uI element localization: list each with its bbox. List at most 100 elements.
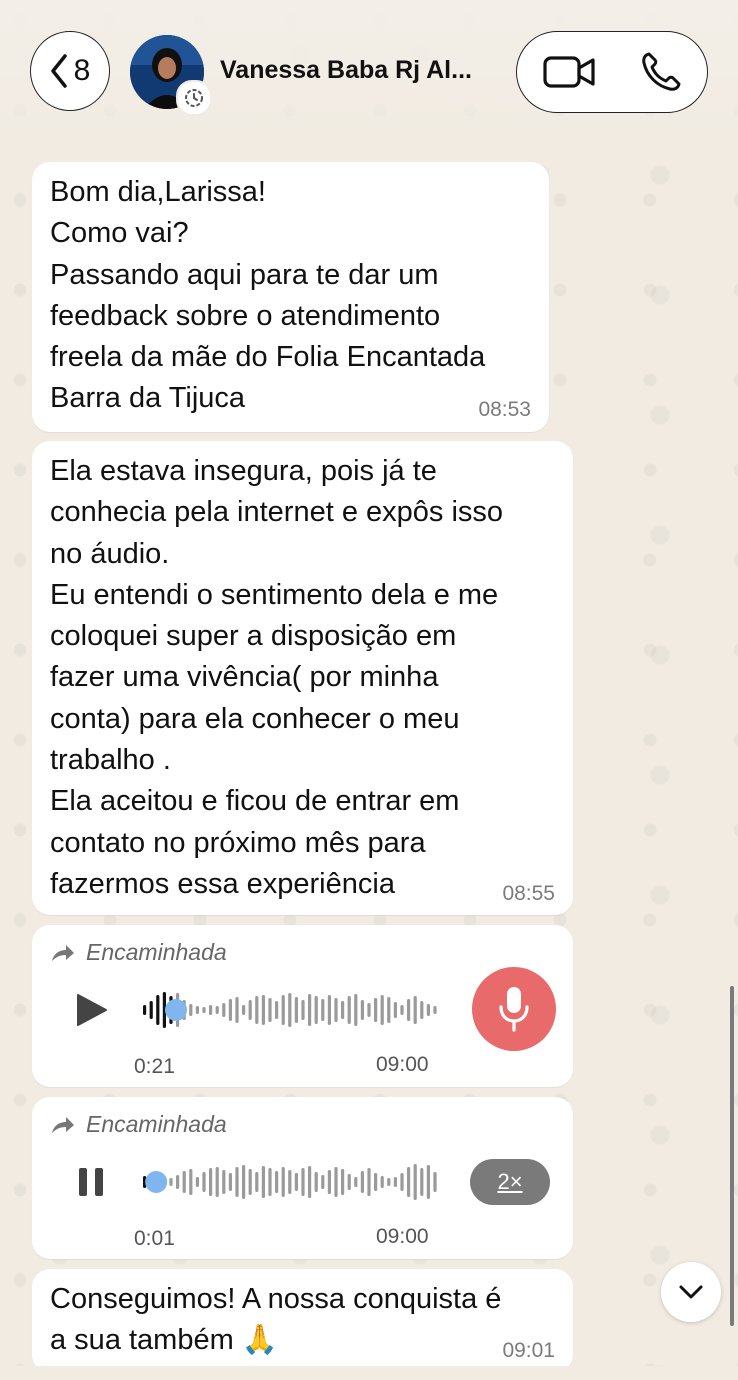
waveform-bar: [407, 1167, 411, 1197]
waveform-bar: [327, 1170, 331, 1194]
call-buttons: [516, 31, 708, 113]
waveform-bar: [420, 1168, 424, 1196]
microphone-icon: [499, 987, 529, 1032]
waveform-bar: [387, 997, 391, 1023]
waveform-bar: [380, 1176, 384, 1188]
waveform-bar: [367, 1168, 371, 1196]
status-badge: [176, 80, 212, 116]
waveform-bar: [374, 1173, 378, 1191]
waveform-bar: [393, 1002, 397, 1018]
waveform-bar: [288, 993, 292, 1027]
waveform-bar: [360, 1000, 364, 1020]
waveform-bar: [360, 1171, 364, 1193]
waveform-bar: [242, 1165, 246, 1199]
waveform-bar: [228, 1173, 232, 1191]
message-time: 09:00: [376, 1053, 429, 1076]
video-camera-icon[interactable]: [543, 52, 595, 92]
waveform-bar: [314, 1172, 318, 1192]
waveform-bar: [195, 1006, 199, 1014]
waveform-bar: [189, 1169, 193, 1195]
back-button[interactable]: 8: [30, 31, 110, 111]
contact-name[interactable]: Vanessa Baba Rj Al...: [220, 56, 472, 85]
audio-waveform[interactable]: [140, 987, 440, 1033]
waveform-bar: [380, 995, 384, 1025]
waveform-bar: [149, 1001, 153, 1019]
playback-speed-button[interactable]: 2×: [470, 1159, 550, 1205]
pause-icon[interactable]: [76, 1167, 106, 1197]
waveform-bar: [294, 997, 298, 1023]
waveform-bar: [407, 999, 411, 1021]
waveform-bar: [288, 1170, 292, 1194]
waveform-bar: [334, 998, 338, 1022]
waveform-bar: [222, 1170, 226, 1194]
waveform-bar: [294, 1173, 298, 1191]
forward-arrow-icon: [52, 1116, 74, 1133]
waveform-bar: [189, 1004, 193, 1016]
waveform-bar: [301, 1168, 305, 1196]
message-bubble[interactable]: Conseguimos! A nossa conquista é a sua t…: [32, 1269, 573, 1373]
scrollbar[interactable]: [730, 986, 734, 1326]
waveform-bar: [195, 1177, 199, 1187]
message-time: 08:53: [478, 398, 531, 421]
waveform-bar: [420, 1001, 424, 1019]
forwarded-label: Encaminhada: [86, 1111, 227, 1137]
waveform-bar: [301, 1000, 305, 1020]
unread-count: 8: [73, 54, 91, 87]
waveform-bar: [308, 994, 312, 1026]
waveform-bar: [202, 1007, 206, 1013]
voice-message[interactable]: Encaminhada 0:21 09:00: [32, 925, 573, 1087]
waveform-bar: [426, 1004, 430, 1016]
waveform-bar: [215, 1167, 219, 1197]
microphone-button[interactable]: [472, 967, 556, 1051]
waveform-bar: [215, 1006, 219, 1014]
waveform-bar: [255, 1172, 259, 1192]
waveform-bar: [387, 1178, 391, 1186]
message-bubble[interactable]: Ela estava insegura, pois já te conhecia…: [32, 441, 573, 915]
waveform-bar: [347, 996, 351, 1024]
scroll-to-bottom-button[interactable]: [661, 1262, 721, 1322]
play-icon[interactable]: [74, 993, 108, 1027]
waveform-bar: [261, 995, 265, 1025]
waveform-bar: [169, 1178, 173, 1186]
waveform-bar: [400, 1173, 404, 1191]
waveform-bar: [275, 1171, 279, 1193]
waveform-bar: [275, 1001, 279, 1019]
waveform-bar: [176, 1175, 180, 1189]
message-bubble[interactable]: Bom dia,Larissa! Como vai? Passando aqui…: [32, 162, 549, 432]
waveform-thumb[interactable]: [145, 1171, 168, 1193]
audio-waveform[interactable]: [140, 1159, 440, 1205]
phone-icon[interactable]: [639, 50, 683, 94]
waveform-bar: [268, 1168, 272, 1196]
waveform-bar: [248, 1169, 252, 1195]
waveform-bar: [354, 994, 358, 1026]
voice-message[interactable]: Encaminhada 0:01 09:00 2×: [32, 1097, 573, 1259]
waveform-bar: [347, 1174, 351, 1190]
waveform-thumb[interactable]: [165, 999, 187, 1021]
waveform-bar: [374, 998, 378, 1022]
waveform-bar: [334, 1167, 338, 1197]
waveform-bar: [321, 999, 325, 1021]
waveform-bar: [314, 996, 318, 1024]
waveform-bar: [222, 1003, 226, 1017]
waveform-bar: [209, 1168, 213, 1196]
forwarded-label: Encaminhada: [86, 939, 227, 965]
waveform-bar: [341, 1001, 345, 1019]
waveform-bar: [367, 1003, 371, 1017]
waveform-bar: [433, 1006, 437, 1014]
forwarded-indicator: Encaminhada: [50, 939, 227, 966]
chevron-left-icon: [50, 54, 67, 88]
waveform-bar: [413, 1164, 417, 1200]
waveform-bar: [413, 996, 417, 1024]
waveform-bar: [156, 995, 160, 1025]
status-ring-icon: [185, 89, 203, 107]
waveform-bar: [255, 996, 259, 1024]
waveform-bar: [261, 1166, 265, 1198]
waveform-bar: [327, 995, 331, 1025]
waveform-bar: [281, 995, 285, 1025]
waveform-bar: [400, 1005, 404, 1015]
waveform-bar: [426, 1165, 430, 1199]
waveform-bar: [268, 998, 272, 1022]
forwarded-indicator: Encaminhada: [50, 1111, 227, 1138]
waveform-bar: [202, 1172, 206, 1192]
message-time: 08:55: [502, 882, 555, 905]
